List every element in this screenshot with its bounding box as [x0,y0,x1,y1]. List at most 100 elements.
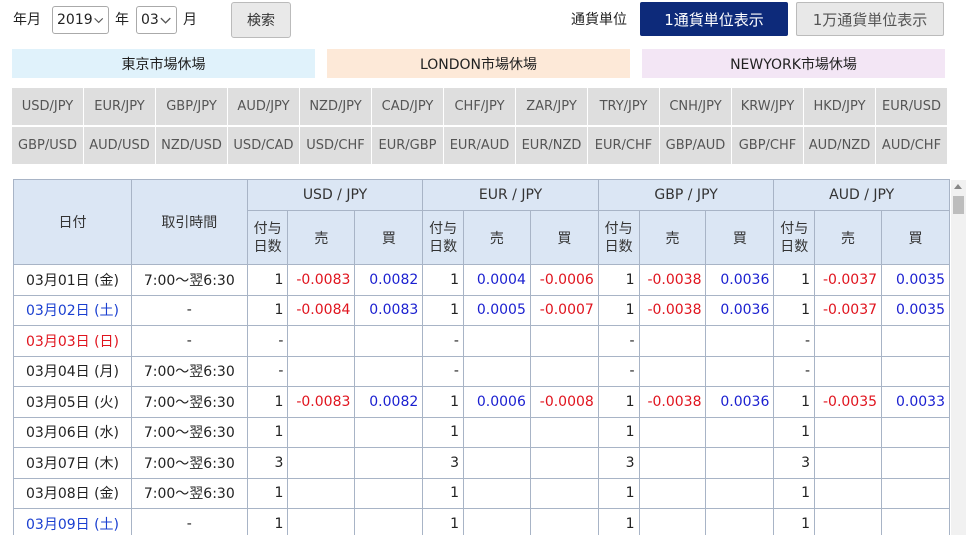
vertical-scrollbar[interactable] [951,180,966,535]
buy-cell: 0.0035 [881,294,950,326]
pair-tab[interactable]: KRW/JPY [732,88,803,125]
buy-cell [705,508,775,535]
unit-1-button[interactable]: 1通貨単位表示 [640,2,788,36]
pair-tab[interactable]: GBP/JPY [156,88,227,125]
pair-tab[interactable]: NZD/USD [156,127,227,164]
sell-header: 売 [638,210,707,265]
days-cell: 1 [422,508,464,535]
pair-tab[interactable]: EUR/JPY [84,88,155,125]
buy-cell: 0.0082 [354,264,424,296]
sell-cell: -0.0035 [814,386,883,418]
newyork-holiday-legend: NEWYORK市場休場 [642,49,945,78]
sell-cell [287,416,356,448]
days-cell: 3 [246,447,289,479]
days-cell: 1 [246,386,289,418]
buy-cell: 0.0036 [705,386,775,418]
sell-cell [638,416,707,448]
swap-table-container: 日付 取引時間 USD / JPY EUR / JPY GBP / JPY AU… [13,179,950,535]
sell-cell [462,508,531,535]
buy-cell [705,416,775,448]
pair-tab[interactable]: GBP/AUD [660,127,731,164]
pair-tab[interactable]: USD/CAD [228,127,299,164]
days-cell: 1 [597,477,640,509]
days-cell: 1 [246,264,289,296]
buy-cell [881,416,950,448]
buy-cell [354,416,424,448]
days-cell: 1 [422,416,464,448]
days-cell: 1 [422,477,464,509]
buy-cell [354,477,424,509]
sell-cell [462,447,531,479]
sell-cell [638,355,707,387]
sell-cell: 0.0005 [462,294,531,326]
pair-tab[interactable]: EUR/AUD [444,127,515,164]
pair-tab[interactable]: USD/JPY [12,88,83,125]
pair-tab[interactable]: AUD/CHF [876,127,947,164]
buy-header: 買 [705,210,775,265]
days-cell: 3 [422,447,464,479]
date-cell: 03月03日 (日) [13,325,132,357]
scroll-up-arrow-icon[interactable] [954,184,962,189]
days-cell: - [597,325,640,357]
currency-header: USD / JPY [246,179,424,211]
days-cell: 1 [597,264,640,296]
sell-cell [287,477,356,509]
sell-cell: -0.0037 [814,264,883,296]
pair-tab[interactable]: AUD/NZD [804,127,875,164]
days-cell: - [773,355,816,387]
sell-header: 売 [462,210,531,265]
sell-header: 売 [287,210,356,265]
pair-tab[interactable]: CNH/JPY [660,88,731,125]
buy-cell: -0.0006 [529,264,599,296]
pair-tab[interactable]: ZAR/JPY [516,88,587,125]
buy-cell: 0.0036 [705,294,775,326]
pair-tabs-row-2: GBP/USD AUD/USD NZD/USD USD/CAD USD/CHF … [12,127,947,164]
pair-tab[interactable]: GBP/CHF [732,127,803,164]
london-holiday-legend: LONDON市場休場 [327,49,630,78]
days-cell: 1 [773,477,816,509]
days-cell: - [773,325,816,357]
sell-cell: -0.0084 [287,294,356,326]
pair-tab[interactable]: EUR/NZD [516,127,587,164]
month-select[interactable]: 03 [136,6,177,34]
unit-10000-button[interactable]: 1万通貨単位表示 [796,2,944,36]
days-cell: 1 [773,294,816,326]
pair-tab[interactable]: AUD/USD [84,127,155,164]
pair-tab[interactable]: EUR/USD [876,88,947,125]
time-cell: 7:00～翌6:30 [130,386,248,418]
currency-header: AUD / JPY [773,179,950,211]
sell-cell [638,447,707,479]
sell-cell: -0.0038 [638,264,707,296]
days-cell: 1 [246,508,289,535]
sell-cell [814,477,883,509]
pair-tab[interactable]: CHF/JPY [444,88,515,125]
time-cell: - [130,325,248,357]
table-row: 03月06日 (水) 7:00～翌6:30 1 1 1 1 [13,416,950,448]
pair-tab[interactable]: TRY/JPY [588,88,659,125]
table-row: 03月03日 (日) - - - - - [13,325,950,357]
buy-cell [705,447,775,479]
sell-cell [462,477,531,509]
pair-tab[interactable]: EUR/CHF [588,127,659,164]
table-row: 03月08日 (金) 7:00～翌6:30 1 1 1 1 [13,477,950,509]
days-cell: 1 [246,477,289,509]
days-cell: 1 [246,416,289,448]
pair-tab[interactable]: USD/CHF [300,127,371,164]
tokyo-holiday-legend: 東京市場休場 [12,49,315,78]
sell-cell [638,508,707,535]
pair-tab[interactable]: GBP/USD [12,127,83,164]
pair-tab[interactable]: NZD/JPY [300,88,371,125]
year-month-label: 年月 [13,12,41,28]
pair-tab[interactable]: AUD/JPY [228,88,299,125]
search-button[interactable]: 検索 [231,2,291,38]
year-select[interactable]: 2019 [52,6,109,34]
buy-cell [529,355,599,387]
buy-header: 買 [881,210,950,265]
buy-cell [354,447,424,479]
pair-tab[interactable]: HKD/JPY [804,88,875,125]
pair-tab[interactable]: CAD/JPY [372,88,443,125]
sell-cell: 0.0006 [462,386,531,418]
pair-tab[interactable]: EUR/GBP [372,127,443,164]
time-cell: - [130,294,248,326]
scrollbar-thumb[interactable] [953,196,964,214]
